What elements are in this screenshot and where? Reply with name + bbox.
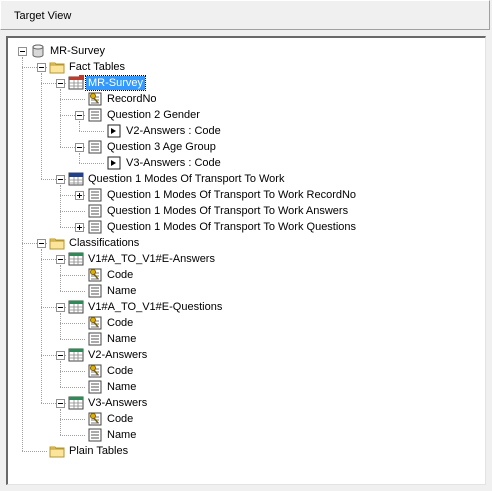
table-green-icon xyxy=(68,347,84,363)
folder-icon xyxy=(49,59,65,75)
tree-node-n3[interactable]: RecordNo xyxy=(8,91,478,107)
tree-node-label[interactable]: Question 1 Modes Of Transport To Work Re… xyxy=(105,188,358,202)
tree-node-n4[interactable]: Question 2 Gender xyxy=(8,107,478,123)
tree-node-label[interactable]: MR-Survey xyxy=(48,44,107,58)
tree-node-label[interactable]: Code xyxy=(105,316,135,330)
tree-node-label[interactable]: V3-Answers xyxy=(86,396,149,410)
collapse-icon[interactable] xyxy=(56,175,65,184)
folder-icon xyxy=(49,443,65,459)
field-icon xyxy=(87,283,103,299)
field-icon xyxy=(87,139,103,155)
collapse-icon[interactable] xyxy=(56,399,65,408)
tree-node-label[interactable]: Name xyxy=(105,284,138,298)
field-icon xyxy=(87,427,103,443)
collapse-icon[interactable] xyxy=(56,79,65,88)
tree-node-label[interactable]: Question 2 Gender xyxy=(105,108,202,122)
field-icon xyxy=(87,203,103,219)
field-icon xyxy=(87,379,103,395)
tree-node-label[interactable]: Name xyxy=(105,428,138,442)
tree-node-label[interactable]: Code xyxy=(105,268,135,282)
tree-node-label[interactable]: Name xyxy=(105,332,138,346)
tree-node-n18[interactable]: Name xyxy=(8,331,478,347)
tree-node-n16[interactable]: V1#A_TO_V1#E-Questions xyxy=(8,299,478,315)
field-icon xyxy=(87,187,103,203)
tree-node-n25[interactable]: Plain Tables xyxy=(8,443,478,459)
tree-node-label[interactable]: Question 1 Modes Of Transport To Work Qu… xyxy=(105,220,358,234)
tree-node-label[interactable]: V3-Answers : Code xyxy=(124,156,223,170)
tree-node-n21[interactable]: Name xyxy=(8,379,478,395)
tree-node-label[interactable]: V1#A_TO_V1#E-Questions xyxy=(86,300,224,314)
tree-node-label[interactable]: MR-Survey xyxy=(84,75,147,91)
tree-node-n10[interactable]: Question 1 Modes Of Transport To Work An… xyxy=(8,203,478,219)
tree-node-n23[interactable]: Code xyxy=(8,411,478,427)
folder-icon xyxy=(49,235,65,251)
expand-icon[interactable] xyxy=(75,191,84,200)
tree-node-n12[interactable]: Classifications xyxy=(8,235,478,251)
tree-node-label[interactable]: Code xyxy=(105,412,135,426)
tree-node-label[interactable]: Plain Tables xyxy=(67,444,130,458)
collapse-icon[interactable] xyxy=(75,143,84,152)
field-icon xyxy=(87,219,103,235)
link-icon xyxy=(106,123,122,139)
tree-node-n5[interactable]: V2-Answers : Code xyxy=(8,123,478,139)
tree-node-label[interactable]: Question 1 Modes Of Transport To Work xyxy=(86,172,286,186)
tree-node-n2[interactable]: MR-Survey xyxy=(8,75,478,91)
table-blue-icon xyxy=(68,171,84,187)
collapse-icon[interactable] xyxy=(56,303,65,312)
key-field-icon xyxy=(87,267,103,283)
collapse-icon[interactable] xyxy=(18,47,27,56)
database-icon xyxy=(30,43,46,59)
tree-node-n8[interactable]: Question 1 Modes Of Transport To Work xyxy=(8,171,478,187)
key-field-icon xyxy=(87,411,103,427)
tree-node-label[interactable]: Classifications xyxy=(67,236,141,250)
expand-icon[interactable] xyxy=(75,223,84,232)
tree-node-n17[interactable]: Code xyxy=(8,315,478,331)
tree-node-label[interactable]: Fact Tables xyxy=(67,60,127,74)
tree-view[interactable]: MR-Survey Fact Tables MR-Survey RecordNo Que… xyxy=(6,36,486,485)
table-green-icon xyxy=(68,299,84,315)
field-icon xyxy=(87,107,103,123)
tree-node-label[interactable]: V1#A_TO_V1#E-Answers xyxy=(86,252,217,266)
tree-node-n22[interactable]: V3-Answers xyxy=(8,395,478,411)
collapse-icon[interactable] xyxy=(37,239,46,248)
tree-node-label[interactable]: RecordNo xyxy=(105,92,159,106)
tree-node-n9[interactable]: Question 1 Modes Of Transport To Work Re… xyxy=(8,187,478,203)
tree-node-n15[interactable]: Name xyxy=(8,283,478,299)
tree-node-n6[interactable]: Question 3 Age Group xyxy=(8,139,478,155)
panel-title: Target View xyxy=(14,10,72,22)
tree-node-label[interactable]: V2-Answers xyxy=(86,348,149,362)
table-green-icon xyxy=(68,251,84,267)
tree-node-n24[interactable]: Name xyxy=(8,427,478,443)
field-icon xyxy=(87,331,103,347)
tree-node-label[interactable]: Name xyxy=(105,380,138,394)
tree-node-n0[interactable]: MR-Survey xyxy=(8,43,478,59)
tree-node-n13[interactable]: V1#A_TO_V1#E-Answers xyxy=(8,251,478,267)
tree-node-label[interactable]: Question 3 Age Group xyxy=(105,140,218,154)
tree-node-n19[interactable]: V2-Answers xyxy=(8,347,478,363)
collapse-icon[interactable] xyxy=(56,351,65,360)
table-green-icon xyxy=(68,395,84,411)
tree-node-n14[interactable]: Code xyxy=(8,267,478,283)
tree-node-n11[interactable]: Question 1 Modes Of Transport To Work Qu… xyxy=(8,219,478,235)
tree-node-label[interactable]: Question 1 Modes Of Transport To Work An… xyxy=(105,204,350,218)
tree-node-label[interactable]: Code xyxy=(105,364,135,378)
tree-node-n7[interactable]: V3-Answers : Code xyxy=(8,155,478,171)
tree-node-n1[interactable]: Fact Tables xyxy=(8,59,478,75)
collapse-icon[interactable] xyxy=(56,255,65,264)
key-field-icon xyxy=(87,91,103,107)
tree-node-label[interactable]: V2-Answers : Code xyxy=(124,124,223,138)
collapse-icon[interactable] xyxy=(37,63,46,72)
panel-header: Target View xyxy=(0,0,490,30)
fact-table-icon xyxy=(68,75,84,91)
tree-node-n20[interactable]: Code xyxy=(8,363,478,379)
tree-container: MR-Survey Fact Tables MR-Survey RecordNo Que… xyxy=(8,38,485,484)
link-icon xyxy=(106,155,122,171)
collapse-icon[interactable] xyxy=(75,111,84,120)
key-field-icon xyxy=(87,315,103,331)
key-field-icon xyxy=(87,363,103,379)
